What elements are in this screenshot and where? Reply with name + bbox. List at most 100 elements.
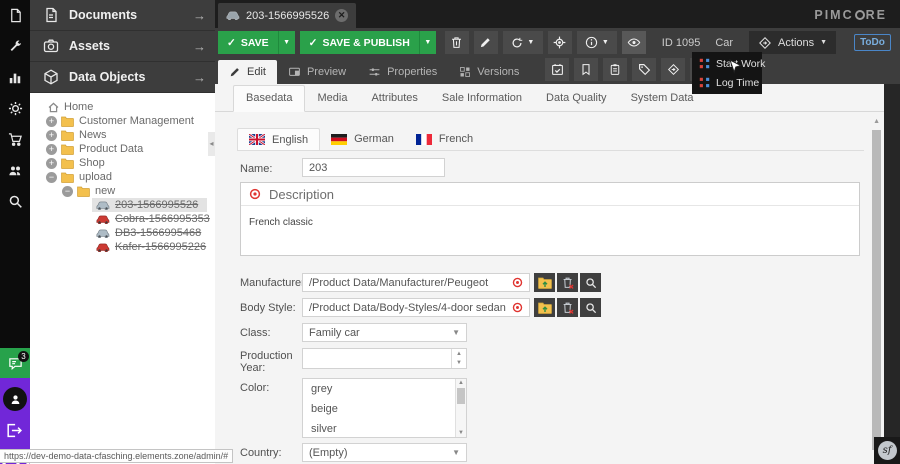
open-preview-button[interactable] [622, 31, 646, 54]
tab-preview[interactable]: Preview [277, 60, 357, 84]
manufacturer-input[interactable]: /Product Data/Manufacturer/Peugeot [302, 273, 530, 292]
color-listbox-scrollbar[interactable]: ▲ ▼ [455, 379, 466, 437]
scroll-down-icon[interactable]: ▼ [456, 430, 466, 436]
tree-item-news[interactable]: + News [30, 128, 215, 142]
content-scroll-up-icon[interactable]: ▲ [873, 118, 880, 125]
tab-media[interactable]: Media [305, 86, 359, 111]
save-button[interactable]: ✓ SAVE [218, 31, 278, 54]
sidebar-collapse-handle[interactable]: ◂ [208, 132, 215, 156]
content-scrollbar-thumb[interactable] [872, 130, 881, 450]
body-style-label: Body Style: [240, 302, 296, 314]
country-select[interactable]: (Empty) ▼ [302, 443, 467, 462]
tree-item-cobra[interactable]: Cobra-1566995353 [30, 212, 215, 226]
production-year-input[interactable]: ▲ ▼ [302, 348, 467, 369]
object-tab-title: 203-1566995526 [246, 10, 329, 22]
workflow-button[interactable] [661, 58, 685, 81]
spinner-up-icon[interactable]: ▲ [452, 349, 466, 359]
manufacturer-search-button[interactable] [580, 273, 601, 292]
tree-item-db3[interactable]: DB3-1566995468 [30, 226, 215, 240]
actions-button[interactable]: Actions ▼ [749, 31, 836, 54]
tab-edit[interactable]: Edit [218, 60, 277, 84]
save-publish-dropdown-button[interactable]: ▼ [419, 31, 436, 54]
body-style-upload-button[interactable] [534, 298, 555, 317]
expand-plus-icon[interactable]: + [46, 130, 57, 141]
tree-item-203[interactable]: 203-1566995526 [30, 198, 215, 212]
symfony-profiler-toggle[interactable]: sf [874, 437, 900, 464]
object-tab[interactable]: 203-1566995526 ✕ [218, 3, 356, 28]
scroll-thumb[interactable] [457, 388, 465, 404]
tree-item-upload[interactable]: − upload [30, 170, 215, 184]
tree-item-customer-management[interactable]: + Customer Management [30, 114, 215, 128]
class-select[interactable]: Family car ▼ [302, 323, 467, 342]
folder-open-icon [77, 186, 90, 197]
country-label: Country: [240, 447, 282, 459]
user-avatar-button[interactable] [3, 387, 27, 411]
close-icon[interactable]: ✕ [335, 9, 348, 22]
menu-item-start-work[interactable]: Start Work [692, 54, 762, 73]
tree-item-new[interactable]: − new [30, 184, 215, 198]
collapse-minus-icon[interactable]: − [62, 186, 73, 197]
tab-language-german[interactable]: German [320, 128, 405, 150]
body-style-remove-button[interactable] [557, 298, 578, 317]
sidebar-section-data-objects[interactable]: Data Objects → [30, 62, 215, 93]
rename-button[interactable] [474, 31, 498, 54]
tab-versions[interactable]: Versions [448, 60, 530, 84]
save-dropdown-button[interactable]: ▼ [278, 31, 295, 54]
manufacturer-remove-button[interactable] [557, 273, 578, 292]
tab-properties[interactable]: Properties [357, 60, 448, 84]
color-option-beige[interactable]: beige [303, 399, 466, 419]
info-button-group[interactable]: ▼ [577, 31, 617, 54]
save-publish-button-group: ✓ SAVE & PUBLISH ▼ [300, 31, 436, 54]
tab-attributes[interactable]: Attributes [359, 86, 429, 111]
tab-language-english[interactable]: English [237, 128, 320, 150]
tree-item-shop[interactable]: + Shop [30, 156, 215, 170]
notes-events-button[interactable] [603, 58, 627, 81]
tab-data-quality[interactable]: Data Quality [534, 86, 619, 111]
tree-item-product-data[interactable]: + Product Data [30, 142, 215, 156]
notifications-button[interactable]: 3 [0, 348, 30, 378]
expand-plus-icon[interactable]: + [46, 144, 57, 155]
sidebar-section-assets[interactable]: Assets → [30, 31, 215, 62]
color-option-grey[interactable]: grey [303, 379, 466, 399]
expand-plus-icon[interactable]: + [46, 158, 57, 169]
name-input[interactable] [302, 158, 445, 177]
tab-language-french[interactable]: French [405, 128, 484, 150]
activity-search-button[interactable] [0, 186, 30, 217]
bookmark-button[interactable] [574, 58, 598, 81]
locate-in-tree-button[interactable] [548, 31, 572, 54]
body-style-search-button[interactable] [580, 298, 601, 317]
activity-settings-button[interactable] [0, 93, 30, 124]
tree-item-home[interactable]: Home [30, 100, 215, 114]
color-listbox[interactable]: grey beige silver ▲ ▼ [302, 378, 467, 438]
delete-button[interactable] [445, 31, 469, 54]
activity-reports-button[interactable] [0, 62, 30, 93]
tab-sale-information[interactable]: Sale Information [430, 86, 534, 111]
save-publish-button[interactable]: ✓ SAVE & PUBLISH [300, 31, 419, 54]
description-editor[interactable]: French classic [241, 206, 859, 255]
manufacturer-upload-button[interactable] [534, 273, 555, 292]
tags-button[interactable] [632, 58, 656, 81]
activity-file-button[interactable] [0, 0, 30, 31]
collapse-minus-icon[interactable]: − [46, 172, 57, 183]
spinner-down-icon[interactable]: ▼ [452, 359, 466, 369]
scroll-up-icon[interactable]: ▲ [456, 380, 466, 386]
arrow-right-icon: → [193, 8, 206, 23]
tree-item-kafer[interactable]: Kafer-1566995226 [30, 240, 215, 254]
menu-item-log-time[interactable]: Log Time [692, 73, 762, 92]
expand-plus-icon[interactable]: + [46, 116, 57, 127]
schedule-button[interactable] [545, 58, 569, 81]
activity-customers-button[interactable] [0, 155, 30, 186]
folder-open-icon [61, 172, 74, 183]
body-style-input[interactable]: /Product Data/Body-Styles/4-door sedan [302, 298, 530, 317]
logout-button[interactable] [5, 422, 22, 439]
reload-button-group[interactable]: ▼ [503, 31, 543, 54]
pencil-icon [229, 66, 241, 78]
arrow-right-icon: → [193, 39, 206, 54]
uk-flag-icon [249, 134, 265, 145]
color-option-silver[interactable]: silver [303, 419, 466, 439]
activity-ecommerce-button[interactable] [0, 124, 30, 155]
sidebar-section-documents[interactable]: Documents → [30, 0, 215, 31]
spinner-buttons: ▲ ▼ [451, 349, 466, 368]
activity-tools-button[interactable] [0, 31, 30, 62]
tab-basedata[interactable]: Basedata [233, 85, 305, 112]
